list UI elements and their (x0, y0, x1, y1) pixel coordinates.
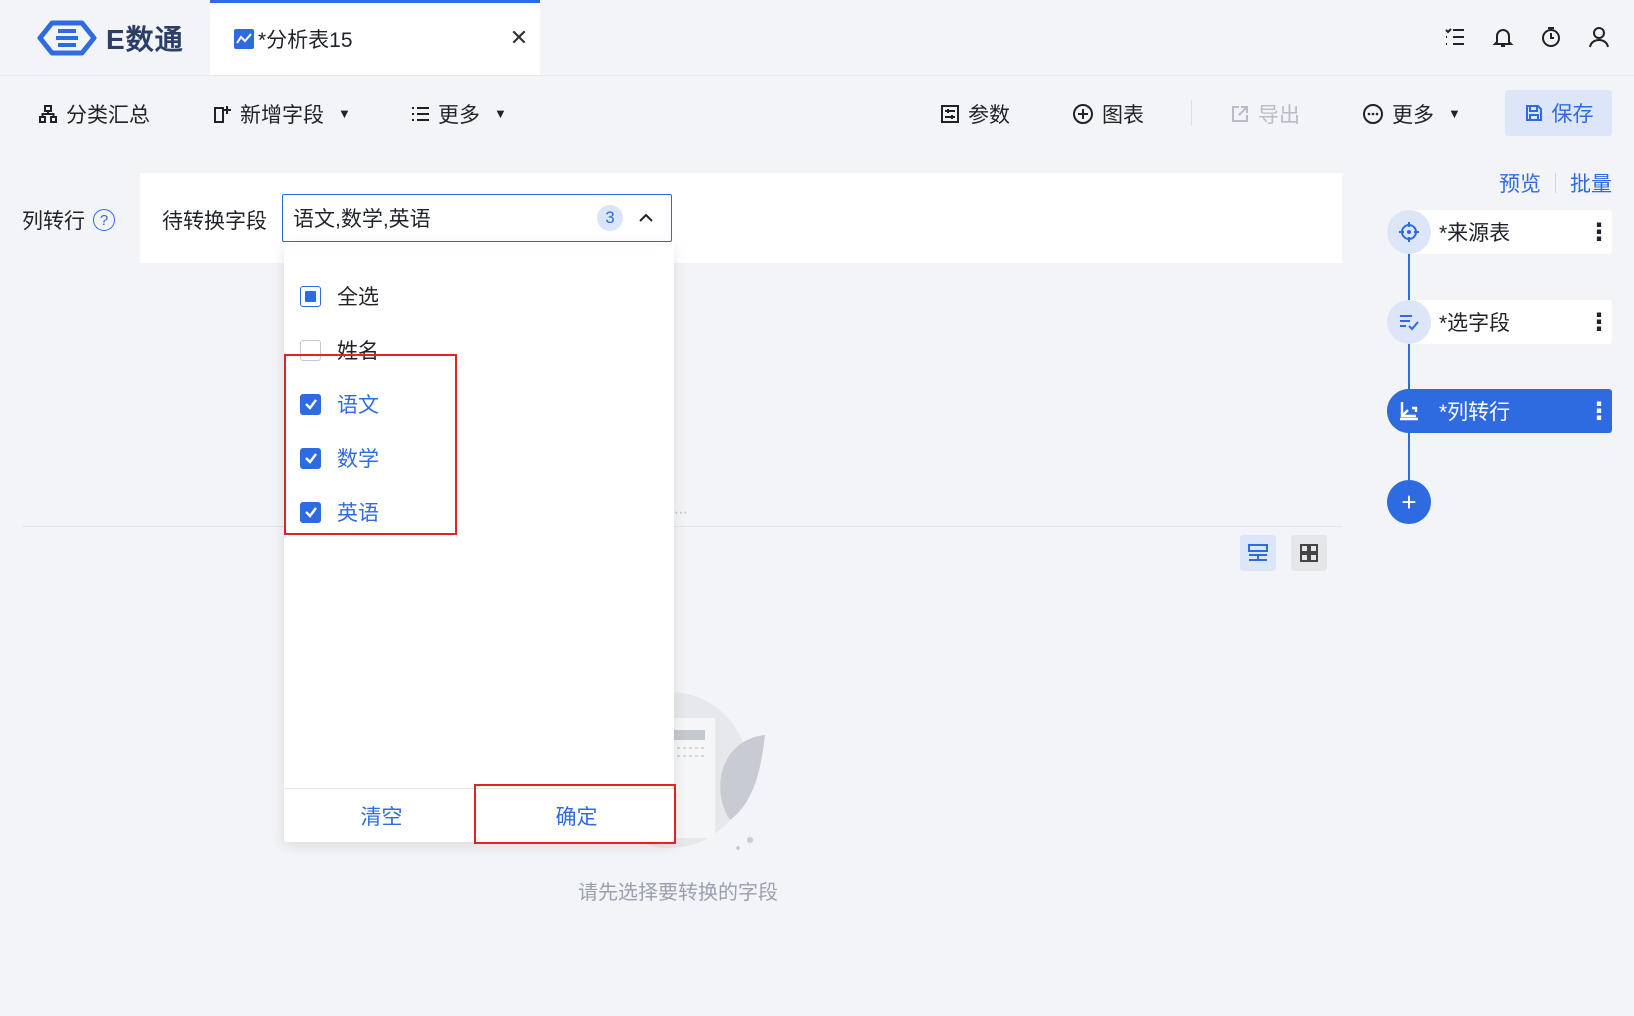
bell-icon[interactable] (1490, 24, 1516, 50)
flow-node-label: *列转行 (1439, 401, 1511, 424)
export-icon (1232, 105, 1248, 122)
checkbox-checked-icon[interactable] (300, 393, 321, 415)
option-label: 数学 (337, 448, 379, 471)
close-icon[interactable]: ✕ (506, 25, 532, 51)
option-label: 语文 (337, 394, 379, 417)
timer-icon[interactable] (1538, 24, 1564, 50)
select-fields-icon (1387, 300, 1431, 344)
selected-count-badge: 3 (597, 205, 623, 231)
chart-icon (234, 29, 254, 49)
checkbox-checked-icon[interactable] (300, 447, 321, 469)
add-field-button[interactable]: 新增字段 ▼ (212, 76, 351, 151)
params-icon (941, 104, 959, 123)
section-title: 列转行 ? (22, 205, 115, 235)
empty-state-message: 请先选择要转换的字段 (578, 882, 778, 904)
group-summary-button[interactable]: 分类汇总 (38, 76, 150, 151)
hierarchy-icon (39, 104, 57, 123)
help-icon[interactable]: ? (93, 209, 115, 231)
tab-analysis-sheet[interactable]: *分析表15 ✕ (210, 0, 540, 75)
option-math[interactable]: 数学 (300, 438, 640, 478)
caret-down-icon: ▼ (1448, 106, 1461, 121)
preview-link[interactable]: 预览 (1499, 168, 1541, 198)
export-button[interactable]: 导出 (1230, 76, 1300, 151)
params-button[interactable]: 参数 (940, 76, 1010, 151)
top-bar: E数通 *分析表15 ✕ (0, 0, 1634, 75)
actions-divider (1555, 173, 1556, 193)
caret-down-icon: ▼ (494, 106, 507, 121)
add-node-button[interactable]: + (1387, 480, 1431, 524)
more-vertical-icon[interactable]: ⋮ (1586, 308, 1612, 337)
transpose-icon (1387, 389, 1431, 433)
export-label: 导出 (1258, 103, 1300, 127)
checkbox-checked-icon[interactable] (300, 501, 321, 523)
option-english[interactable]: 英语 (300, 492, 640, 532)
flow-panel (1364, 150, 1634, 1016)
chevron-up-icon[interactable] (637, 209, 655, 227)
dropdown-footer: 清空 确定 (284, 788, 674, 842)
section-label: 列转行 (22, 210, 85, 233)
resize-handle[interactable]: ⋯ (674, 504, 689, 521)
option-select-all[interactable]: 全选 (300, 276, 640, 316)
save-label: 保存 (1551, 103, 1594, 126)
more-vertical-icon[interactable]: ⋮ (1586, 218, 1612, 247)
flow-connector-line (1408, 240, 1410, 502)
field-select-label: 待转换字段 (162, 210, 267, 233)
more-right-label: 更多 (1392, 103, 1434, 127)
option-label: 姓名 (337, 340, 379, 363)
logo-text: E数通 (106, 24, 184, 55)
grid-view-icon (1300, 544, 1318, 562)
ellipsis-circle-icon (1363, 103, 1383, 124)
option-label: 全选 (337, 286, 379, 309)
field-dropdown-menu: 全选 姓名 语文 数学 英语 清空 确定 (284, 242, 674, 842)
list-icon (412, 106, 429, 121)
chart-button[interactable]: 图表 (1072, 76, 1144, 151)
caret-down-icon: ▼ (338, 106, 351, 121)
save-icon (1525, 105, 1542, 121)
more-vertical-icon[interactable]: ⋮ (1586, 397, 1612, 426)
checkbox-unchecked-icon[interactable] (300, 339, 321, 361)
option-name[interactable]: 姓名 (300, 330, 640, 370)
section-divider (22, 526, 1342, 527)
flow-node-label: *选字段 (1439, 312, 1511, 335)
flow-node-column-to-row[interactable]: *列转行 ⋮ (1387, 389, 1612, 433)
option-label: 英语 (337, 502, 379, 525)
save-button[interactable]: 保存 (1505, 90, 1612, 136)
add-field-label: 新增字段 (240, 103, 324, 127)
user-icon[interactable] (1586, 24, 1612, 50)
table-view-icon (1248, 544, 1268, 561)
flow-node-select-fields[interactable]: *选字段 ⋮ (1387, 300, 1612, 344)
batch-link[interactable]: 批量 (1570, 168, 1612, 198)
selected-fields-value: 语文,数学,英语 (293, 208, 431, 231)
toolbar: 分类汇总 新增字段 ▼ 更多 ▼ 参数 图表 导出 更多 ▼ 保存 (0, 75, 1634, 150)
grid-view-toggle[interactable] (1291, 535, 1327, 571)
chart-label: 图表 (1102, 103, 1144, 127)
list-view-toggle[interactable] (1240, 535, 1276, 571)
params-label: 参数 (968, 103, 1010, 127)
app-logo[interactable]: E数通 (36, 18, 184, 58)
logo-icon (37, 20, 97, 56)
more-left-label: 更多 (438, 103, 480, 127)
more-menu-left[interactable]: 更多 ▼ (410, 76, 507, 151)
field-multiselect[interactable]: 语文,数学,英语 3 (282, 194, 672, 242)
checkbox-partial-icon[interactable] (300, 285, 321, 307)
confirm-button[interactable]: 确定 (479, 789, 674, 842)
tab-title: *分析表15 (258, 29, 353, 52)
list-icon[interactable] (1442, 24, 1468, 50)
flow-node-label: *来源表 (1439, 222, 1511, 245)
target-icon (1387, 210, 1431, 254)
more-menu-right[interactable]: 更多 ▼ (1362, 76, 1461, 151)
toolbar-divider (1191, 100, 1192, 126)
group-summary-label: 分类汇总 (66, 103, 150, 127)
flow-panel-actions: 预览 批量 (1499, 168, 1612, 198)
flow-node-source-table[interactable]: *来源表 ⋮ (1387, 210, 1612, 254)
clear-button[interactable]: 清空 (284, 789, 479, 842)
plus-circle-icon (1073, 103, 1093, 124)
option-chinese[interactable]: 语文 (300, 384, 640, 424)
add-field-icon (214, 105, 231, 123)
